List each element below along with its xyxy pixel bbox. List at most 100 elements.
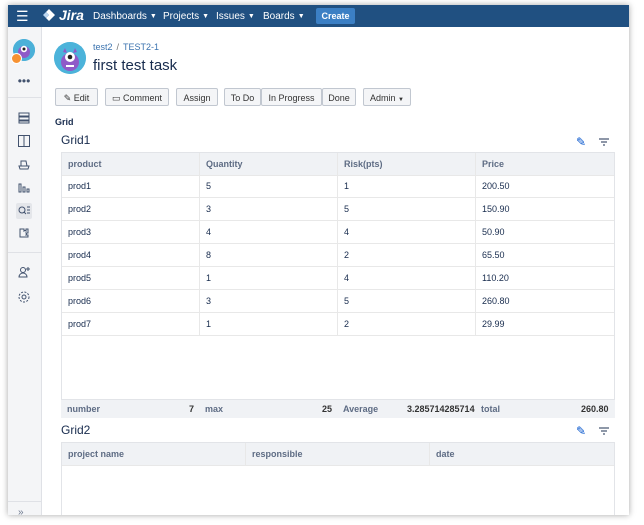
chevron-down-icon: ▼ bbox=[202, 12, 210, 20]
project-avatar[interactable] bbox=[54, 42, 86, 74]
chevron-down-icon: ▼ bbox=[247, 12, 255, 20]
breadcrumb-issue-key-link[interactable]: TEST2-1 bbox=[123, 42, 159, 52]
more-icon[interactable]: ••• bbox=[16, 73, 32, 89]
grid1-table: product Quantity Risk(pts) Price prod1 5… bbox=[61, 152, 615, 400]
sidebar-divider bbox=[8, 501, 41, 502]
todo-button[interactable]: To Do bbox=[224, 88, 261, 106]
nav-dashboards[interactable]: Dashboards ▼ bbox=[93, 5, 157, 27]
monster-avatar-icon bbox=[54, 42, 86, 74]
breadcrumb-project-link[interactable]: test2 bbox=[93, 42, 113, 52]
breadcrumb: test2/TEST2-1 bbox=[93, 42, 159, 52]
column-header[interactable]: Quantity bbox=[200, 153, 338, 175]
table-cell: 4 bbox=[338, 221, 476, 243]
table-cell: prod5 bbox=[62, 267, 200, 289]
filter-icon[interactable] bbox=[598, 136, 610, 150]
table-row[interactable]: prod4 8 2 65.50 bbox=[62, 244, 614, 267]
summary-label: max bbox=[205, 404, 224, 414]
column-header[interactable]: product bbox=[62, 153, 200, 175]
table-cell: 1 bbox=[200, 313, 338, 335]
top-navigation-bar: ☰ Jira Dashboards ▼ Projects ▼ Issues ▼ Boa… bbox=[8, 5, 629, 27]
nav-dashboards-label: Dashboards bbox=[93, 10, 147, 22]
table-cell: 200.50 bbox=[482, 181, 510, 191]
table-cell: 2 bbox=[338, 244, 476, 266]
column-header[interactable]: Price bbox=[476, 153, 614, 175]
in-progress-button[interactable]: In Progress bbox=[261, 88, 322, 106]
grid1-title: Grid1 bbox=[61, 133, 91, 147]
table-cell: prod1 bbox=[62, 175, 200, 197]
collapse-sidebar-icon[interactable]: » bbox=[18, 507, 24, 515]
releases-icon[interactable] bbox=[16, 157, 32, 173]
nav-boards[interactable]: Boards ▼ bbox=[263, 5, 305, 27]
admin-button[interactable]: Admin ▼ bbox=[363, 88, 411, 106]
summary-label: Average bbox=[343, 404, 379, 414]
nav-projects[interactable]: Projects ▼ bbox=[163, 5, 209, 27]
table-row[interactable]: prod6 3 5 260.80 bbox=[62, 290, 614, 313]
project-sidebar: ••• » bbox=[8, 27, 42, 515]
table-cell: 29.99 bbox=[482, 319, 505, 329]
backlog-icon[interactable] bbox=[16, 111, 32, 127]
create-button[interactable]: Create bbox=[316, 8, 355, 24]
column-header[interactable]: Risk(pts) bbox=[338, 153, 476, 175]
jira-window: ☰ Jira Dashboards ▼ Projects ▼ Issues ▼ Boa… bbox=[8, 5, 629, 515]
table-cell: 4 bbox=[200, 221, 338, 243]
table-row[interactable]: prod5 1 4 110.20 bbox=[62, 267, 614, 290]
filter-icon[interactable] bbox=[598, 425, 610, 439]
nav-boards-label: Boards bbox=[263, 10, 295, 22]
menu-icon[interactable]: ☰ bbox=[16, 8, 29, 24]
table-row[interactable]: prod7 1 2 29.99 bbox=[62, 313, 614, 336]
breadcrumb-separator: / bbox=[116, 42, 120, 52]
components-icon[interactable] bbox=[16, 226, 32, 242]
summary-value: 25 bbox=[322, 404, 333, 414]
table-header-row: project name responsible date bbox=[62, 443, 614, 466]
column-header[interactable]: project name bbox=[62, 443, 246, 465]
table-row[interactable]: prod3 4 4 50.90 bbox=[62, 221, 614, 244]
chevron-down-icon: ▼ bbox=[398, 97, 404, 103]
table-cell: 3 bbox=[200, 290, 338, 312]
table-cell: prod7 bbox=[62, 313, 200, 335]
jira-logo[interactable]: Jira bbox=[42, 7, 84, 23]
comment-button[interactable]: ▭ Comment bbox=[105, 88, 169, 106]
assign-button[interactable]: Assign bbox=[176, 88, 218, 106]
table-cell: 1 bbox=[338, 175, 476, 197]
table-cell: 1 bbox=[200, 267, 338, 289]
table-cell: prod2 bbox=[62, 198, 200, 220]
sidebar-divider bbox=[8, 252, 41, 253]
issue-title: first test task bbox=[93, 57, 178, 74]
pencil-icon[interactable]: ✎ bbox=[576, 425, 586, 437]
pencil-icon[interactable]: ✎ bbox=[576, 136, 586, 148]
column-header[interactable]: responsible bbox=[246, 443, 430, 465]
add-people-icon[interactable] bbox=[16, 265, 32, 281]
summary-value: 7 bbox=[189, 404, 195, 414]
table-cell: 3 bbox=[200, 198, 338, 220]
table-row[interactable]: prod2 3 5 150.90 bbox=[62, 198, 614, 221]
comment-icon: ▭ bbox=[111, 93, 121, 103]
nav-projects-label: Projects bbox=[163, 10, 200, 22]
summary-label: number bbox=[67, 404, 101, 414]
chevron-down-icon: ▼ bbox=[149, 12, 157, 20]
table-cell: 5 bbox=[338, 198, 476, 220]
table-cell: 110.20 bbox=[482, 273, 509, 283]
table-row[interactable]: prod1 5 1 200.50 bbox=[62, 175, 614, 198]
table-cell: prod3 bbox=[62, 221, 200, 243]
section-heading: Grid bbox=[55, 117, 74, 127]
board-icon[interactable] bbox=[16, 134, 32, 150]
done-button[interactable]: Done bbox=[322, 88, 356, 106]
app-name: Jira bbox=[59, 7, 84, 23]
table-cell: prod6 bbox=[62, 290, 200, 312]
settings-icon[interactable] bbox=[16, 290, 32, 306]
nav-issues[interactable]: Issues ▼ bbox=[216, 5, 255, 27]
column-header[interactable]: date bbox=[430, 443, 614, 465]
table-cell: 150.90 bbox=[482, 204, 510, 214]
admin-button-label: Admin bbox=[370, 93, 396, 103]
table-cell: 5 bbox=[338, 290, 476, 312]
pencil-icon: ✎ bbox=[63, 93, 72, 103]
edit-button[interactable]: ✎ Edit bbox=[55, 88, 98, 106]
edit-button-label: Edit bbox=[73, 93, 90, 103]
grid2-table: project name responsible date bbox=[61, 442, 615, 515]
table-cell: 4 bbox=[338, 267, 476, 289]
sidebar-divider bbox=[8, 97, 41, 98]
reports-icon[interactable] bbox=[16, 180, 32, 196]
comment-button-label: Comment bbox=[123, 93, 163, 103]
issues-search-icon[interactable] bbox=[16, 203, 32, 219]
table-cell: 8 bbox=[200, 244, 338, 266]
